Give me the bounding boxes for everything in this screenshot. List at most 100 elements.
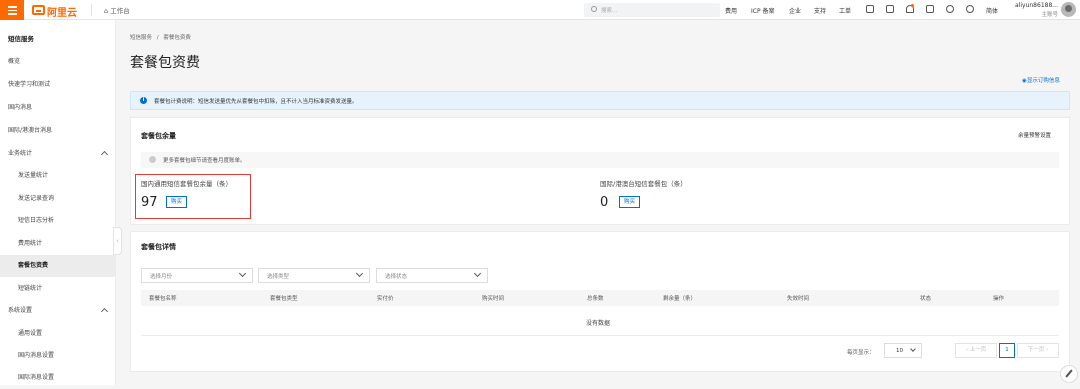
sidebar-item-send-records[interactable]: 发送记录查询	[0, 188, 116, 210]
domestic-buy-button[interactable]: 购买	[166, 196, 188, 208]
status-select-placeholder: 选择状态	[385, 274, 408, 280]
account-type: 主账号	[1041, 12, 1058, 18]
sidebar-item-quickstart[interactable]: 快速学习和测试	[0, 74, 116, 96]
intl-balance-label: 国际/港澳台短信套餐包（条）	[600, 180, 687, 188]
sidebar-item-shortlink[interactable]: 短链统计	[0, 278, 116, 300]
chevron-down-icon	[910, 346, 916, 352]
col-package-type: 套餐包类型	[270, 296, 298, 302]
nav-support[interactable]: 支持	[814, 6, 826, 15]
notice-text: 套餐包计费说明：短信发送量优先从套餐包中扣除，且不计入当月标准资费发送量。	[154, 99, 358, 105]
show-order-info-label: 显示订购信息	[1026, 78, 1060, 84]
balance-tip-text: 更多套餐包细节请查看月度账单。	[163, 158, 246, 164]
search-icon	[591, 6, 597, 12]
type-select[interactable]: 选择类型	[258, 268, 370, 283]
prev-page-button[interactable]: ‹ 上一页	[955, 343, 997, 358]
workbench-label: 工作台	[110, 7, 130, 15]
empty-state: 没有数据	[586, 320, 611, 327]
chevron-up-icon	[100, 150, 109, 159]
col-actions: 操作	[993, 296, 1005, 302]
info-notice: i 套餐包计费说明：短信发送量优先从套餐包中扣除，且不计入当月标准资费发送量。	[130, 91, 1070, 110]
edit-feedback-icon[interactable]	[1060, 365, 1078, 383]
sidebar-group-settings[interactable]: 系统设置	[0, 300, 116, 322]
username: aliyun86188...	[1015, 2, 1058, 9]
next-page-label: 下一页	[1027, 347, 1045, 353]
alarm-settings-link[interactable]: 余量预警设置	[1018, 131, 1051, 139]
sidebar-item-domestic-settings[interactable]: 国内消息设置	[0, 345, 116, 367]
month-select[interactable]: 选择月份	[141, 268, 253, 283]
nav-ticket[interactable]: 工单	[839, 6, 851, 15]
col-price: 实付价	[377, 296, 394, 302]
sidebar-item-intl-settings[interactable]: 国际消息设置	[0, 367, 116, 389]
collapse-sidebar-button[interactable]: ‹	[113, 227, 122, 255]
sidebar: 短信服务 概览 快速学习和测试 国内消息 国际/港澳台消息 业务统计 发送量统计…	[0, 20, 116, 385]
balance-title: 套餐包余量	[141, 132, 176, 140]
sidebar-item-log-analysis[interactable]: 短信日志分析	[0, 210, 116, 232]
search-placeholder: 搜索...	[601, 8, 618, 14]
notification-dot	[911, 4, 914, 7]
divider	[141, 335, 1059, 336]
sidebar-group-label: 业务统计	[8, 150, 33, 157]
balance-tip: 更多套餐包细节请查看月度账单。	[141, 152, 1059, 168]
sidebar-item-fee-stats[interactable]: 费用统计	[0, 233, 116, 255]
col-status: 状态	[920, 296, 932, 302]
chevron-down-icon	[238, 269, 247, 278]
language-switch[interactable]: 简体	[986, 6, 998, 15]
breadcrumb-current: 套餐包资费	[163, 35, 191, 41]
sidebar-item-international[interactable]: 国际/港澳台消息	[0, 120, 116, 142]
table-header: 套餐包名称 套餐包类型 实付价 购买时间 总条数 剩余量（条） 失效时间 状态 …	[141, 290, 1059, 306]
status-select[interactable]: 选择状态	[376, 268, 488, 283]
intl-balance-value: 0	[600, 195, 609, 210]
sidebar-group-stats[interactable]: 业务统计	[0, 143, 116, 165]
help-icon[interactable]	[966, 5, 974, 13]
next-page-button[interactable]: 下一页 ›	[1017, 343, 1059, 358]
divider	[91, 4, 92, 16]
breadcrumb: 短信服务 / 套餐包资费	[130, 33, 191, 41]
col-total: 总条数	[587, 296, 604, 302]
bulb-icon[interactable]	[946, 5, 954, 13]
col-package-name: 套餐包名称	[149, 296, 177, 302]
chevron-up-icon	[100, 307, 109, 316]
chevron-down-icon	[355, 269, 364, 278]
sidebar-item-domestic[interactable]: 国内消息	[0, 97, 116, 119]
search-input[interactable]: 搜索...	[584, 3, 720, 17]
type-select-placeholder: 选择类型	[267, 274, 290, 280]
page-1-button[interactable]: 1	[999, 343, 1015, 358]
nav-icp[interactable]: ICP 备案	[751, 6, 775, 15]
message-icon[interactable]	[886, 5, 894, 13]
breadcrumb-separator: /	[156, 35, 159, 41]
page-title: 套餐包资费	[130, 55, 200, 71]
sidebar-item-overview[interactable]: 概览	[0, 51, 116, 73]
workbench-link[interactable]: ⌂ 工作台	[104, 5, 130, 15]
sidebar-group-label: 系统设置	[8, 307, 33, 314]
col-remaining: 剩余量（条）	[663, 296, 697, 302]
col-expire-time: 失效时间	[787, 296, 810, 302]
menu-icon[interactable]	[0, 0, 24, 20]
nav-fees[interactable]: 费用	[725, 6, 737, 15]
breadcrumb-parent[interactable]: 短信服务	[130, 35, 152, 41]
page-size-value: 10	[896, 348, 903, 354]
month-select-placeholder: 选择月份	[150, 274, 173, 280]
domestic-balance-label: 国内通用短信套餐包余量（条）	[141, 180, 232, 188]
sidebar-item-send-stats[interactable]: 发送量统计	[0, 165, 116, 187]
chevron-down-icon	[473, 269, 482, 278]
domestic-balance-value: 97	[141, 195, 158, 210]
cart-icon[interactable]	[926, 5, 934, 13]
logo-text: 阿里云	[47, 8, 77, 19]
user-account[interactable]: aliyun86188... 主账号	[1013, 2, 1058, 18]
avatar[interactable]	[1061, 2, 1076, 17]
top-bar: 阿里云 ⌂ 工作台 搜索... 费用 ICP 备案 企业 支持 工单 简体 al…	[0, 0, 1080, 20]
sidebar-item-general-settings[interactable]: 通用设置	[0, 323, 116, 345]
page-size-label: 每页显示：	[847, 350, 875, 356]
show-order-info-link[interactable]: ◉显示订购信息	[1022, 76, 1060, 84]
cloud-shell-icon[interactable]	[866, 5, 874, 13]
nav-enterprise[interactable]: 企业	[789, 6, 801, 15]
info-icon	[149, 156, 156, 163]
prev-page-label: 上一页	[969, 347, 987, 353]
sidebar-title: 短信服务	[8, 35, 34, 43]
page-size-select[interactable]: 10	[884, 343, 922, 358]
details-title: 套餐包详情	[141, 243, 176, 251]
aliyun-logo[interactable]: 阿里云	[32, 4, 77, 19]
sidebar-item-package[interactable]: 套餐包资费	[0, 255, 116, 277]
info-icon: i	[140, 97, 147, 104]
intl-buy-button[interactable]: 购买	[619, 196, 641, 208]
